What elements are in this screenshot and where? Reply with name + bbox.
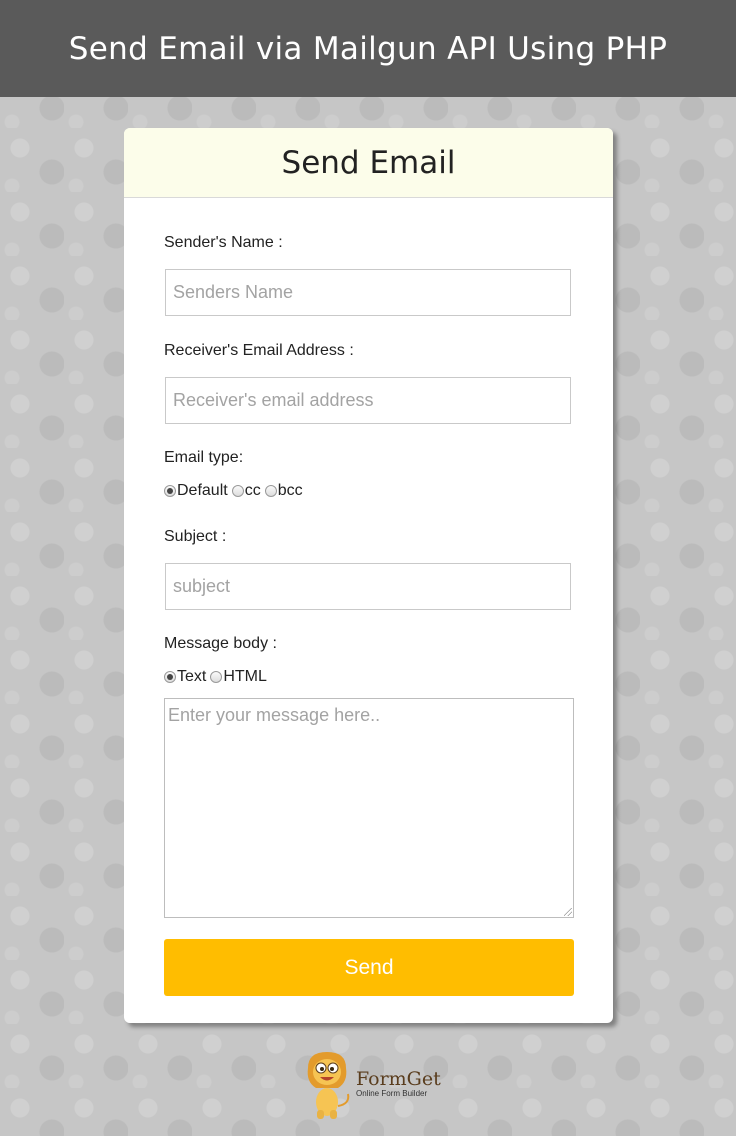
- message-body-textarea[interactable]: [164, 698, 574, 918]
- message-format-text-label: Text: [177, 668, 207, 685]
- message-format-text-radio[interactable]: [164, 671, 176, 683]
- receiver-email-label: Receiver's Email Address :: [164, 342, 354, 359]
- email-type-bcc-label: bcc: [277, 482, 303, 499]
- logo-name: FormGet: [356, 1068, 441, 1090]
- message-format-html-label: HTML: [223, 668, 267, 685]
- message-body-label: Message body :: [164, 635, 277, 652]
- subject-input[interactable]: [165, 563, 571, 610]
- sender-name-label: Sender's Name :: [164, 234, 283, 251]
- send-email-card: Send Email Sender's Name : Receiver's Em…: [124, 128, 613, 1023]
- page-title: Send Email via Mailgun API Using PHP: [68, 30, 668, 67]
- email-type-default-option[interactable]: Default: [164, 482, 228, 500]
- message-format-text-option[interactable]: Text: [164, 668, 206, 686]
- email-type-default-label: Default: [177, 482, 228, 499]
- email-type-label: Email type:: [164, 449, 244, 466]
- page-banner: Send Email via Mailgun API Using PHP: [0, 0, 736, 97]
- send-button[interactable]: Send: [164, 939, 574, 996]
- email-type-cc-radio[interactable]: [231, 485, 244, 497]
- subject-label: Subject :: [164, 528, 227, 545]
- email-type-bcc-option[interactable]: bcc: [264, 482, 303, 500]
- message-format-html-radio[interactable]: [210, 671, 223, 683]
- formget-logo: FormGet Online Form Builder: [302, 1048, 441, 1120]
- logo-tagline: Online Form Builder: [356, 1089, 428, 1098]
- lion-mascot-icon: [307, 1052, 350, 1119]
- sender-name-input[interactable]: [165, 269, 571, 316]
- message-format-radio-group: Text HTML: [164, 668, 271, 686]
- email-type-default-radio[interactable]: [164, 485, 176, 497]
- email-type-bcc-radio[interactable]: [264, 485, 277, 497]
- card-title: Send Email: [281, 144, 456, 181]
- email-type-radio-group: Default cc bcc: [164, 482, 307, 500]
- card-header: Send Email: [124, 128, 613, 198]
- message-format-html-option[interactable]: HTML: [210, 668, 267, 686]
- receiver-email-input[interactable]: [165, 377, 571, 424]
- email-type-cc-option[interactable]: cc: [231, 482, 261, 500]
- email-type-cc-label: cc: [244, 482, 261, 499]
